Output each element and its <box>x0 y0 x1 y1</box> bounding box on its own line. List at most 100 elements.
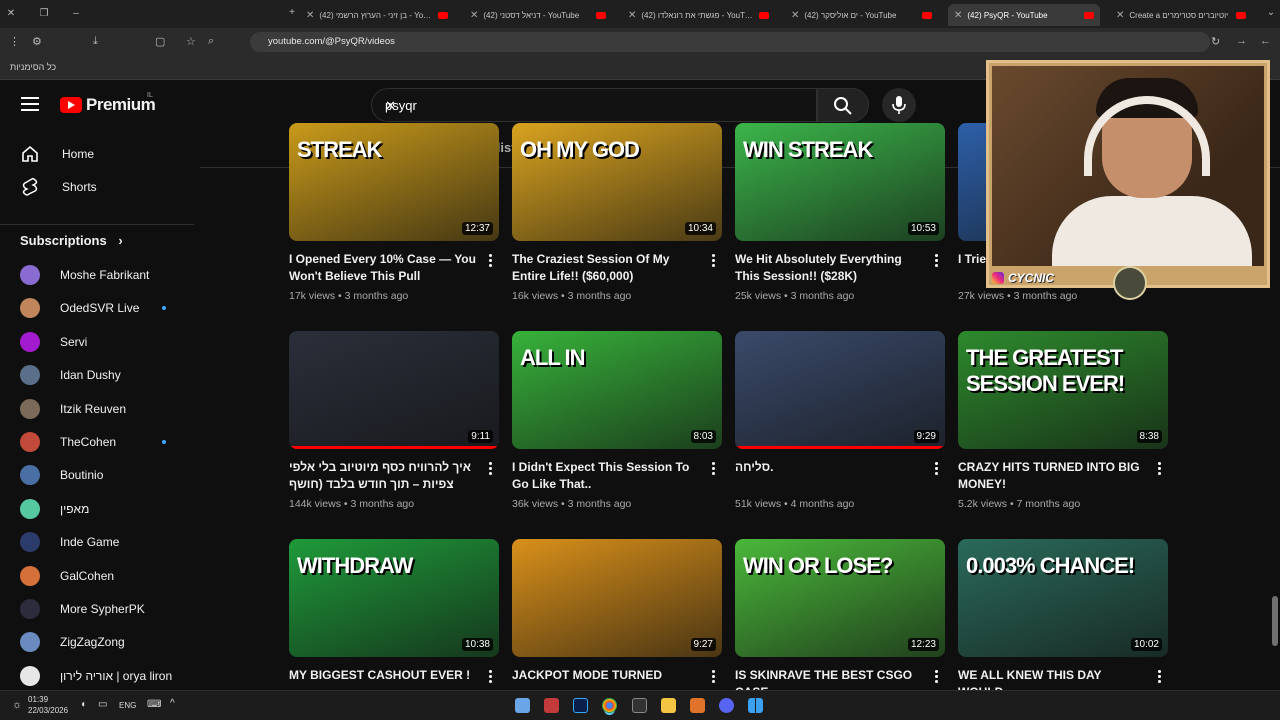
more-actions-icon[interactable] <box>935 670 939 685</box>
forward-icon[interactable]: → <box>1236 35 1247 47</box>
subscription-item[interactable]: אוריה לירון | orya liron <box>20 664 190 688</box>
upload-age: 3 months ago <box>567 498 632 510</box>
more-actions-icon[interactable] <box>712 670 716 685</box>
more-actions-icon[interactable] <box>935 462 939 477</box>
bookmark-star-icon[interactable]: ☆ <box>186 35 196 48</box>
photoshop-taskbar-icon[interactable] <box>573 698 588 713</box>
browser-tab[interactable]: ✕ (42) פגשתי את רונאלדו - YouTube <box>622 4 775 26</box>
video-thumbnail[interactable]: WIN STREAK 10:53 <box>735 123 945 241</box>
zoom-icon[interactable]: ⌕ <box>208 35 214 48</box>
close-tab-icon[interactable]: ✕ <box>1116 10 1124 21</box>
subscription-item[interactable]: Inde Game <box>20 530 190 554</box>
close-tab-icon[interactable]: ✕ <box>306 10 314 21</box>
video-title[interactable]: איך להרוויח כסף מיוטיוב בלי אלפי צפיות –… <box>289 459 479 493</box>
video-thumbnail[interactable]: OH MY GOD 10:34 <box>512 123 722 241</box>
app-taskbar-icon[interactable] <box>690 698 705 713</box>
search-input[interactable]: psyqr ✕ <box>371 88 817 122</box>
file-explorer-taskbar-icon[interactable] <box>661 698 676 713</box>
close-tab-icon[interactable]: ✕ <box>470 10 478 21</box>
browser-tab[interactable]: ✕ (42) ים אוליסקר - YouTube <box>785 4 938 26</box>
video-title[interactable]: JACKPOT MODE TURNED <box>512 667 702 684</box>
more-actions-icon[interactable] <box>1158 462 1162 477</box>
browser-tab[interactable]: ✕ (42) בן זיני - הערוץ הרשמי - YouTube <box>300 4 454 26</box>
epic-games-taskbar-icon[interactable] <box>632 698 647 713</box>
discord-taskbar-icon[interactable] <box>719 698 734 713</box>
start-menu-icon[interactable] <box>748 698 763 713</box>
subscription-item[interactable]: OdedSVR Live <box>20 296 190 320</box>
video-title[interactable]: I Opened Every 10% Case — You Won't Beli… <box>289 251 479 285</box>
clear-search-icon[interactable]: ✕ <box>385 98 396 114</box>
back-icon[interactable]: ← <box>1260 35 1271 47</box>
tab-search-icon[interactable]: ⌄ <box>1260 7 1280 18</box>
page-scrollbar[interactable] <box>1270 168 1280 685</box>
video-thumbnail[interactable]: 0.003% CHANCE! 10:02 <box>958 539 1168 657</box>
video-thumbnail[interactable]: 9:11 <box>289 331 499 449</box>
display-icon[interactable]: ▭ <box>98 699 107 710</box>
video-title[interactable]: The Craziest Session Of My Entire Life!!… <box>512 251 702 285</box>
speaker-icon[interactable]: ◖ <box>80 699 86 710</box>
browser-tab[interactable]: ✕ Create a יוטיוברים סטרימרים <box>1110 4 1252 26</box>
subscription-item[interactable]: Idan Dushy <box>20 363 190 387</box>
download-icon[interactable]: ⤓ <box>93 35 98 48</box>
microphone-icon <box>892 96 906 114</box>
more-actions-icon[interactable] <box>712 254 716 269</box>
subscription-item[interactable]: מאפין <box>20 497 190 521</box>
close-tab-icon[interactable]: ✕ <box>791 10 799 21</box>
video-title[interactable]: I Didn't Expect This Session To Go Like … <box>512 459 702 493</box>
extensions-icon[interactable]: ⚙ <box>32 35 42 48</box>
video-thumbnail[interactable]: THE GREATEST SESSION EVER! 8:38 <box>958 331 1168 449</box>
subscription-item[interactable]: Itzik Reuven <box>20 397 190 421</box>
sidebar-item-shorts[interactable]: Shorts <box>20 177 97 197</box>
more-actions-icon[interactable] <box>1158 670 1162 685</box>
minimize-window-icon[interactable]: – <box>65 8 87 19</box>
more-actions-icon[interactable] <box>489 670 493 685</box>
chrome-taskbar-icon[interactable] <box>602 698 617 713</box>
hamburger-menu-icon[interactable] <box>21 97 39 111</box>
video-thumbnail[interactable]: 9:29 <box>735 331 945 449</box>
subscription-item[interactable]: Moshe Fabrikant <box>20 263 190 287</box>
subscription-item[interactable]: More SypherPK <box>20 597 190 621</box>
browser-tab[interactable]: ✕ (42) PsyQR - YouTube <box>948 4 1100 26</box>
video-title[interactable]: CRAZY HITS TURNED INTO BIG MONEY! <box>958 459 1148 493</box>
subscription-item[interactable]: GalCohen <box>20 564 190 588</box>
video-thumbnail[interactable]: WITHDRAW 10:38 <box>289 539 499 657</box>
close-tab-icon[interactable]: ✕ <box>628 10 636 21</box>
video-title[interactable]: סליחה. <box>735 459 925 476</box>
subscription-item[interactable]: Boutinio <box>20 463 190 487</box>
browser-tab[interactable]: ✕ (42) דניאל דסטני - YouTube <box>464 4 612 26</box>
taskbar-clock[interactable]: 01:39 22/03/2026 <box>28 694 68 716</box>
reload-icon[interactable]: ↻ <box>1211 35 1220 48</box>
video-thumbnail[interactable]: WIN OR LOSE? 12:23 <box>735 539 945 657</box>
all-bookmarks-link[interactable]: כל הסימניות <box>10 62 56 72</box>
subscription-item[interactable]: ZigZagZong <box>20 630 190 654</box>
game-launcher-taskbar-icon[interactable] <box>544 698 559 713</box>
tray-chevron-icon[interactable]: ^ <box>170 698 175 709</box>
more-actions-icon[interactable] <box>712 462 716 477</box>
sidepanel-icon[interactable]: ▢ <box>155 35 165 48</box>
scrollbar-thumb[interactable] <box>1272 596 1278 646</box>
language-indicator[interactable]: ENG <box>119 701 136 710</box>
video-thumbnail[interactable]: 9:27 <box>512 539 722 657</box>
subscriptions-heading[interactable]: Subscriptions › <box>20 233 123 248</box>
subscription-item[interactable]: TheCohen <box>20 430 190 454</box>
video-title[interactable]: We Hit Absolutely Everything This Sessio… <box>735 251 925 285</box>
voice-search-button[interactable] <box>882 88 916 122</box>
weather-icon[interactable]: ☼ <box>12 699 22 711</box>
notepad-taskbar-icon[interactable] <box>515 698 530 713</box>
more-actions-icon[interactable] <box>935 254 939 269</box>
video-thumbnail[interactable]: STREAK 12:37 <box>289 123 499 241</box>
search-button[interactable] <box>817 88 869 122</box>
subscription-item[interactable]: Servi <box>20 330 190 354</box>
close-window-icon[interactable]: ✕ <box>0 8 22 19</box>
menu-dots-icon[interactable]: ⋮ <box>9 35 20 48</box>
youtube-premium-logo[interactable]: Premium IL <box>60 92 156 115</box>
url-field[interactable]: youtube.com/@PsyQR/videos <box>250 32 1210 52</box>
close-tab-icon[interactable]: ✕ <box>954 10 962 21</box>
restore-window-icon[interactable]: ❐ <box>33 8 55 19</box>
sidebar-item-home[interactable]: Home <box>20 144 94 164</box>
video-thumbnail[interactable]: ALL IN 8:03 <box>512 331 722 449</box>
video-title[interactable]: MY BIGGEST CASHOUT EVER ! <box>289 667 479 684</box>
more-actions-icon[interactable] <box>489 462 493 477</box>
more-actions-icon[interactable] <box>489 254 493 269</box>
keyboard-icon[interactable]: ⌨ <box>147 699 161 710</box>
